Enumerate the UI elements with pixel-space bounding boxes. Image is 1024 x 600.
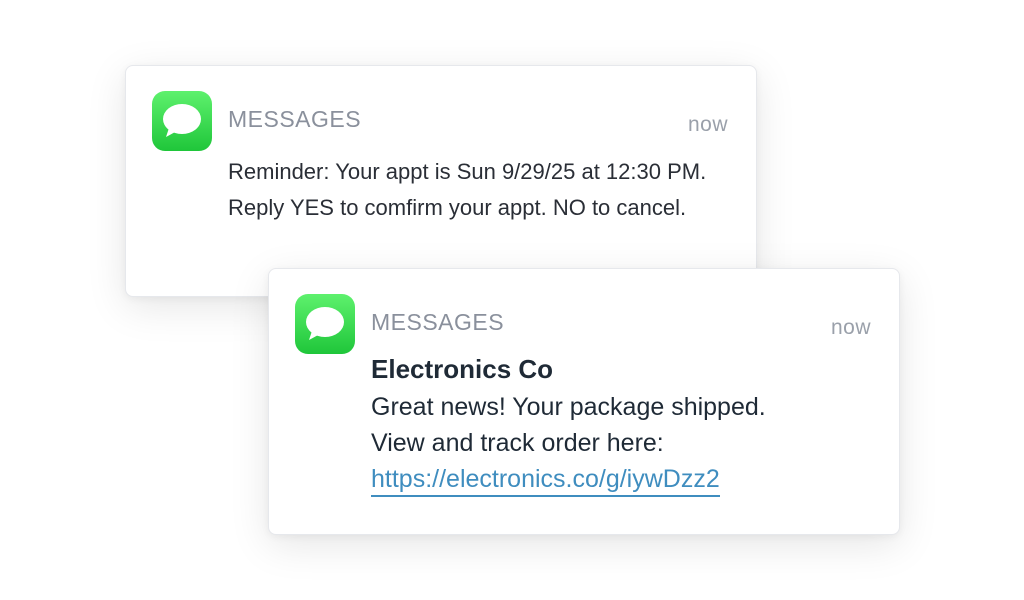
message-line: View and track order here:: [371, 429, 664, 457]
message-line: Great news! Your package shipped.: [371, 393, 766, 421]
notification-time: now: [830, 316, 871, 339]
app-name: MESSAGES: [228, 106, 362, 132]
notification-card-reminder[interactable]: MESSAGES now Reminder: Your appt is Sun …: [125, 65, 757, 297]
notification-stack: MESSAGES now Reminder: Your appt is Sun …: [0, 0, 1024, 600]
message-body: Reminder: Your appt is Sun 9/29/25 at 12…: [228, 159, 707, 220]
messages-icon: [295, 294, 355, 354]
message-body: Great news! Your package shipped. View a…: [371, 389, 871, 497]
notification-time: now: [687, 113, 728, 136]
sender-name: Electronics Co: [371, 354, 554, 384]
app-name: MESSAGES: [371, 309, 505, 335]
messages-icon: [152, 91, 212, 151]
tracking-link[interactable]: https://electronics.co/g/iywDzz2: [371, 463, 720, 497]
notification-card-shipping[interactable]: MESSAGES now Electronics Co Great news! …: [268, 268, 900, 535]
